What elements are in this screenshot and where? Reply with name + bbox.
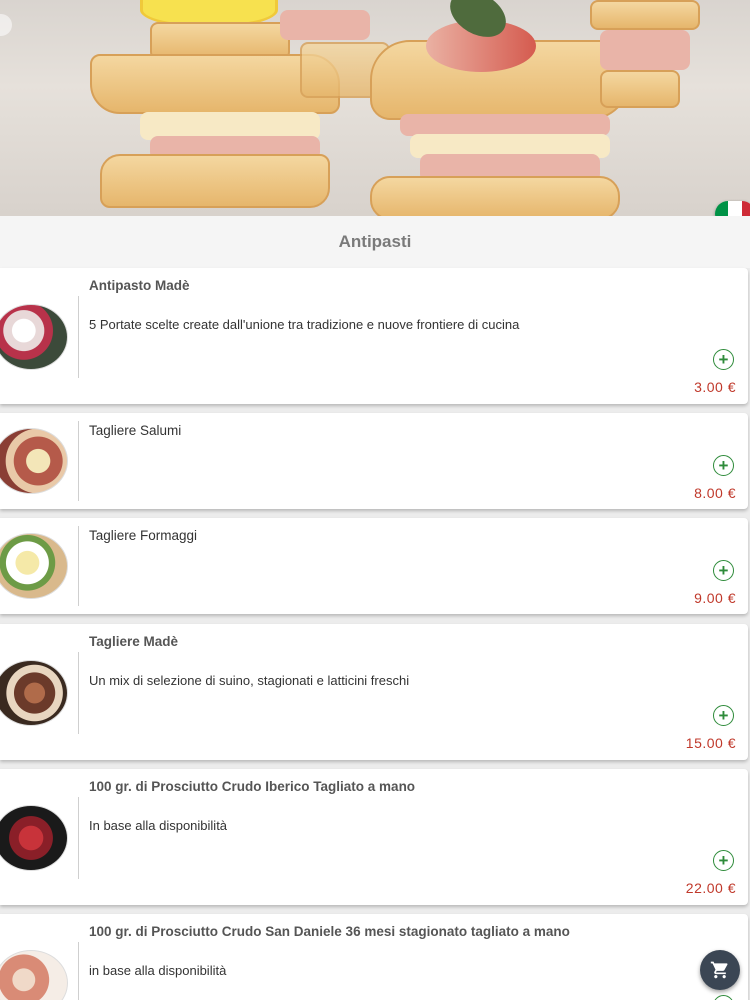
cart-button[interactable]	[700, 950, 740, 990]
back-button[interactable]	[0, 14, 12, 36]
item-price: 9.00 €	[694, 590, 736, 606]
category-header: Antipasti	[0, 216, 750, 268]
plus-circle-icon: +	[718, 350, 729, 369]
item-divider	[78, 421, 79, 501]
add-item-button[interactable]: +	[713, 349, 734, 370]
item-thumbnail	[0, 304, 68, 370]
item-divider	[78, 797, 79, 879]
item-thumbnail	[0, 950, 68, 1000]
add-item-button[interactable]: +	[713, 455, 734, 476]
menu-item[interactable]: Antipasto Madè 5 Portate scelte create d…	[0, 268, 748, 404]
item-name: 100 gr. di Prosciutto Crudo Iberico Tagl…	[89, 779, 416, 794]
menu-item[interactable]: 100 gr. di Prosciutto Crudo Iberico Tagl…	[0, 769, 748, 905]
category-title: Antipasti	[338, 232, 412, 251]
plus-circle-icon: +	[718, 561, 729, 580]
item-price: 8.00 €	[694, 485, 736, 501]
cart-icon	[710, 961, 728, 979]
item-description: 5 Portate scelte create dall'unione tra …	[89, 317, 520, 332]
item-name: Tagliere Salumi	[89, 423, 182, 438]
add-item-button[interactable]: +	[713, 850, 734, 871]
hero-image	[0, 0, 750, 216]
item-name: 100 gr. di Prosciutto Crudo San Daniele …	[89, 924, 570, 939]
item-divider	[78, 942, 79, 1000]
menu-item[interactable]: Tagliere Formaggi + 9.00 €	[0, 518, 748, 614]
item-thumbnail	[0, 428, 68, 494]
sandwich-far-right	[590, 0, 710, 110]
item-price: 22.00 €	[685, 880, 736, 896]
menu-item[interactable]: Tagliere Salumi + 8.00 €	[0, 413, 748, 509]
item-name: Antipasto Madè	[89, 278, 190, 293]
item-price: 15.00 €	[685, 735, 736, 751]
item-description: In base alla disponibilità	[89, 818, 228, 833]
plus-circle-icon: +	[718, 706, 729, 725]
plus-circle-icon: +	[718, 456, 729, 475]
item-divider	[78, 526, 79, 606]
item-price: 3.00 €	[694, 379, 736, 395]
item-thumbnail	[0, 805, 68, 871]
item-name: Tagliere Madè	[89, 634, 179, 649]
item-divider	[78, 296, 79, 378]
menu-item[interactable]: Tagliere Madè Un mix di selezione di sui…	[0, 624, 748, 760]
menu-item[interactable]: 100 gr. di Prosciutto Crudo San Daniele …	[0, 914, 748, 1000]
item-divider	[78, 652, 79, 734]
item-description: in base alla disponibilità	[89, 963, 227, 978]
add-item-button[interactable]: +	[713, 560, 734, 581]
add-item-button[interactable]: +	[713, 995, 734, 1000]
item-name: Tagliere Formaggi	[89, 528, 198, 543]
item-thumbnail	[0, 533, 68, 599]
item-description: Un mix di selezione di suino, stagionati…	[89, 673, 410, 688]
item-thumbnail	[0, 660, 68, 726]
plus-circle-icon: +	[718, 851, 729, 870]
add-item-button[interactable]: +	[713, 705, 734, 726]
